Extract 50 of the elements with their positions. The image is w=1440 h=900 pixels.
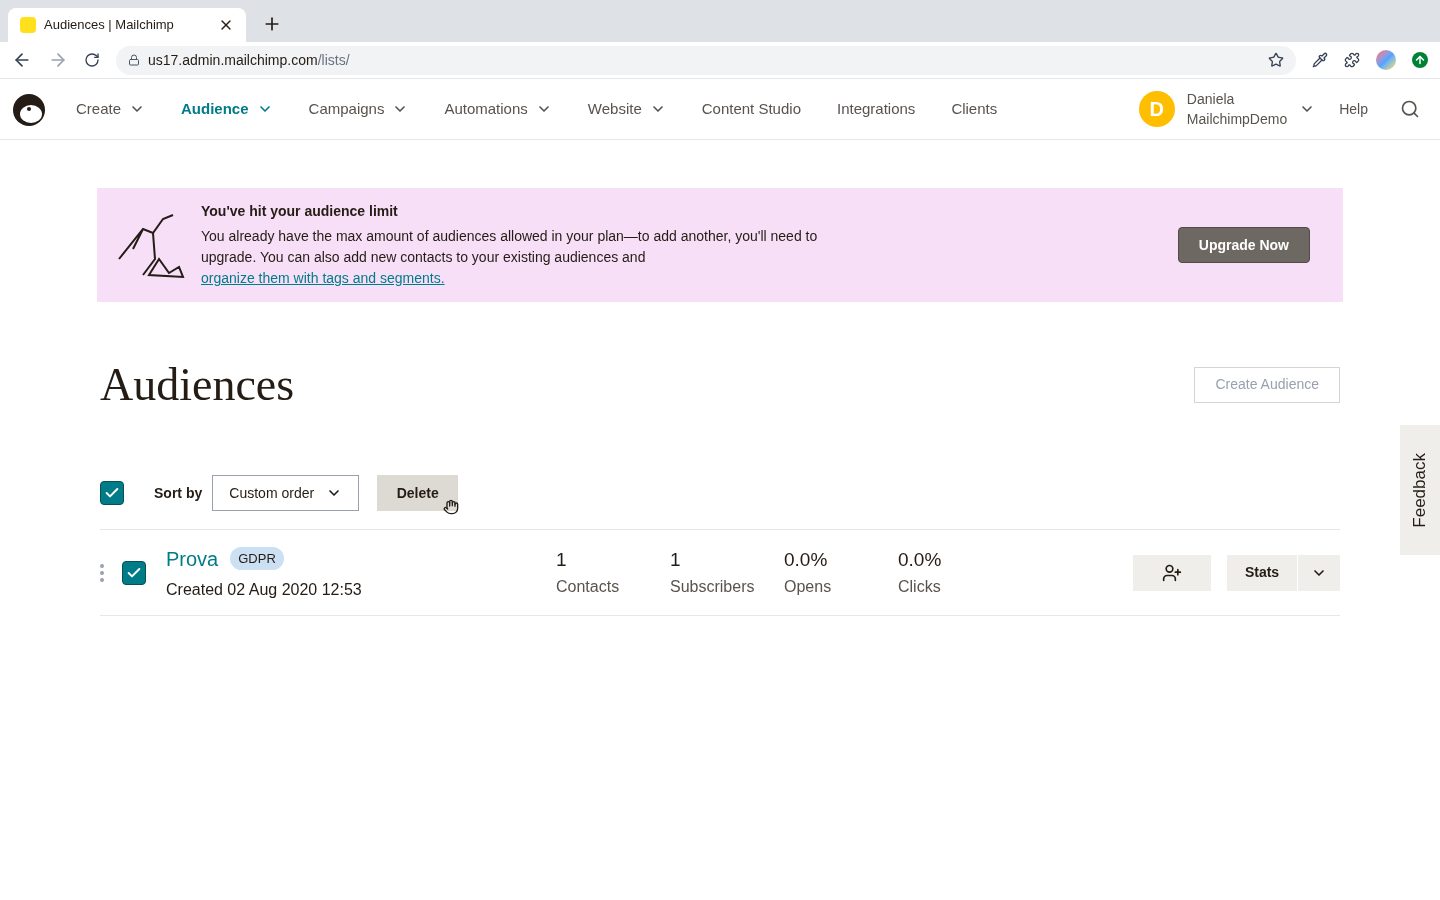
update-icon[interactable] [1412, 52, 1428, 68]
stat-value: 1 [670, 548, 682, 573]
url-host: us17.admin.mailchimp.com [148, 50, 318, 70]
upgrade-now-button[interactable]: Upgrade Now [1177, 227, 1310, 263]
checkbox[interactable] [100, 481, 124, 505]
reload-icon[interactable] [84, 52, 100, 68]
add-person-icon [1162, 562, 1182, 583]
pointer-cursor-icon [443, 499, 460, 515]
sort-dropdown[interactable]: Custom order [212, 475, 360, 511]
feedback-tab[interactable]: Feedback [1400, 425, 1440, 555]
tags-segments-link[interactable]: organize them with tags and segments. [201, 270, 445, 286]
sort-label: Sort by [154, 483, 203, 503]
drag-handle-icon[interactable] [100, 563, 104, 582]
profile-avatar[interactable] [1376, 50, 1396, 70]
search-icon[interactable] [1400, 99, 1420, 119]
address-bar[interactable]: us17.admin.mailchimp.com/lists/ [116, 45, 1296, 75]
nav-link[interactable]: Campaigns [308, 97, 409, 121]
created-date: Created 02 Aug 2020 12:53 [166, 579, 363, 600]
nav-link[interactable]: Automations [444, 97, 552, 121]
audience-name-link[interactable]: Prova [166, 543, 219, 574]
tab-title: Audiences | Mailchimp [44, 16, 175, 35]
stat-value: 0.0% [898, 548, 943, 573]
banner-text: You already have the max amount of audiences allowed in your plan—to add another, you'll need to upgrade. You can also add new contacts to your existing audiences and organize them with tags and segments. [201, 227, 819, 288]
checkbox[interactable] [122, 560, 146, 585]
lock-icon [128, 54, 140, 66]
browser-tab[interactable]: Audiences | Mailchimp [8, 8, 246, 42]
stat-label: Opens [784, 576, 833, 597]
stat-label: Contacts [556, 576, 621, 597]
stat-label: Subscribers [670, 576, 756, 597]
stats-button[interactable]: Stats [1227, 554, 1297, 591]
help-link[interactable]: Help [1339, 98, 1368, 120]
nav-link[interactable]: Website [587, 97, 666, 121]
nav-link[interactable]: Create [76, 97, 146, 121]
puzzle-icon[interactable] [1344, 52, 1360, 68]
star-icon[interactable] [1268, 52, 1284, 68]
nav-link[interactable]: Audience [181, 97, 273, 121]
stat-value: 0.0% [784, 548, 829, 573]
nav-link[interactable]: Integrations [837, 97, 916, 121]
eyedropper-icon[interactable] [1312, 52, 1328, 68]
url-path: /lists/ [317, 50, 350, 70]
banner-title: You've hit your audience limit [201, 202, 399, 221]
nav-link[interactable]: Content Studio [701, 97, 801, 121]
add-contact-button[interactable] [1133, 554, 1211, 591]
user-first-name: Daniela [1186, 90, 1236, 109]
page-title: Audiences [100, 358, 295, 412]
nav-link[interactable]: Clients [951, 97, 998, 121]
gdpr-tag: GDPR [230, 546, 284, 571]
user-last-name: MailchimpDemo [1186, 110, 1288, 129]
stat-label: Clicks [898, 576, 942, 597]
stat-value: 1 [556, 548, 568, 573]
